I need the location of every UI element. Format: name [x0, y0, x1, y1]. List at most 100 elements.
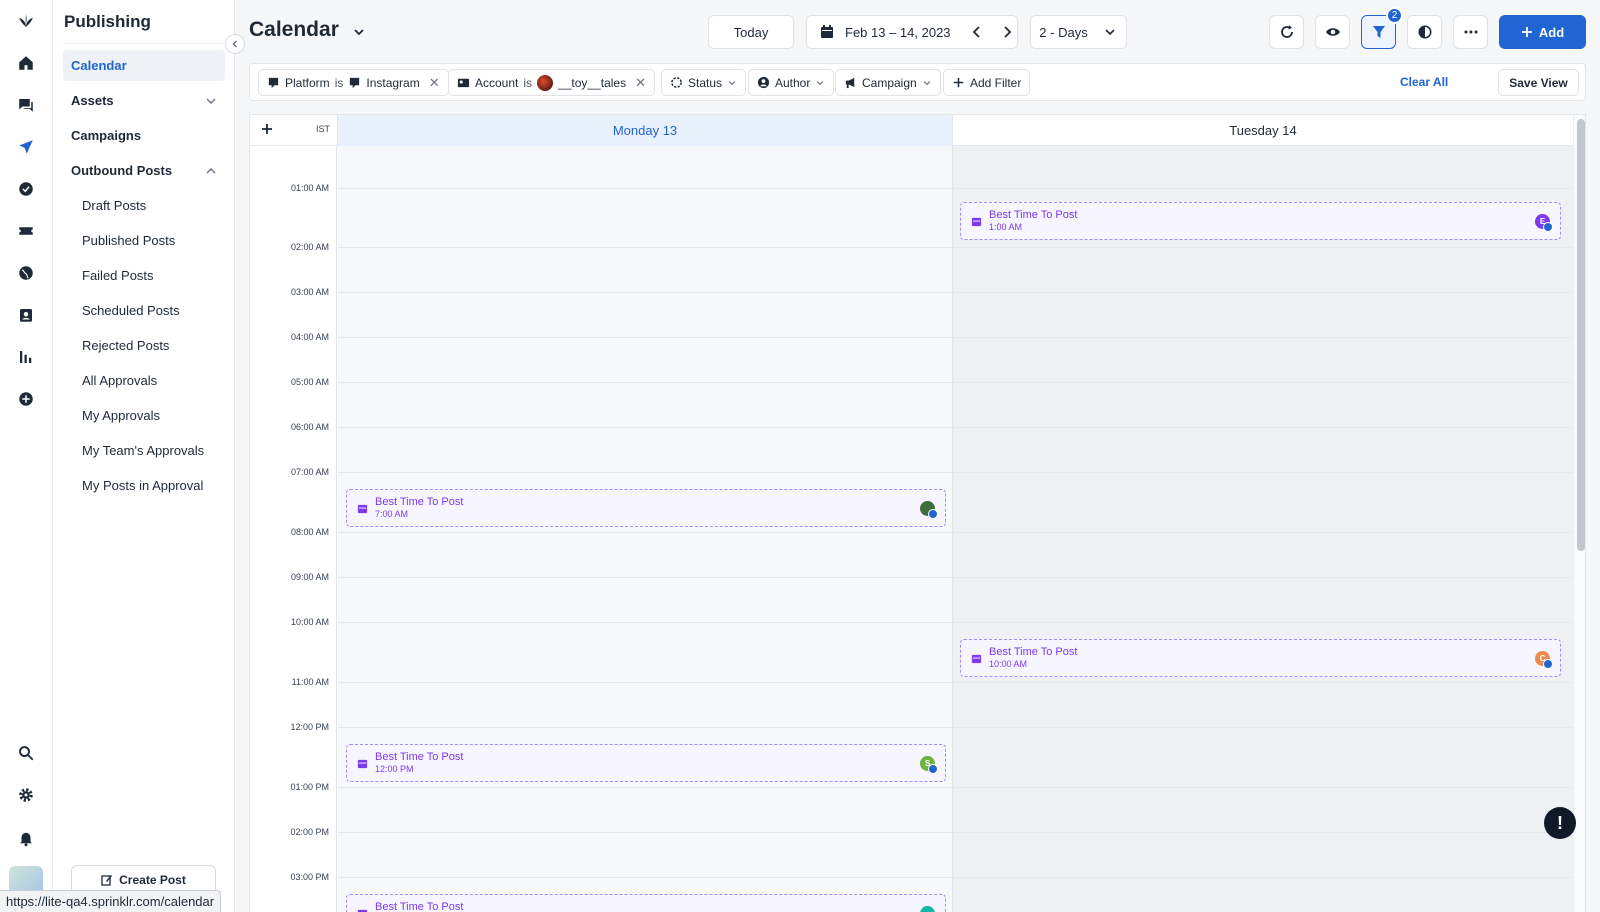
author-avatar	[920, 501, 938, 519]
timezone-label: IST	[316, 124, 331, 134]
help-alert-button[interactable]: !	[1544, 807, 1576, 839]
nav-item-outbound-posts[interactable]: Outbound Posts	[63, 155, 225, 186]
calendar-icon	[821, 25, 833, 38]
add-filter-button[interactable]: Add Filter	[943, 69, 1031, 96]
url-status-tooltip: https://lite-qa4.sprinklr.com/calendar	[0, 890, 222, 912]
eye-icon	[1325, 28, 1340, 36]
search-icon[interactable]	[14, 741, 38, 765]
event-best-time-mon-7am[interactable]: Best Time To Post 7:00 AM	[346, 489, 946, 527]
day-column-tuesday[interactable]	[952, 146, 1573, 912]
exclamation-icon: !	[1557, 812, 1563, 833]
page-title: Calendar	[249, 18, 339, 41]
event-best-time-tue-10am[interactable]: Best Time To Post 10:00 AM C	[960, 639, 1561, 677]
collapse-nav-button[interactable]	[225, 34, 245, 54]
event-best-time-tue-1am[interactable]: Best Time To Post 1:00 AM E	[960, 202, 1561, 240]
hour-gridline	[338, 292, 1573, 293]
hour-gridline	[338, 577, 1573, 578]
nav-item-calendar[interactable]: Calendar	[63, 50, 225, 81]
filter-chip-platform[interactable]: Platform is Instagram ✕	[258, 69, 449, 96]
theme-toggle-button[interactable]	[1407, 15, 1442, 49]
chevron-up-icon	[206, 167, 216, 174]
nav-item-my-posts-in-approval[interactable]: My Posts in Approval	[63, 470, 225, 501]
analytics-bar-icon[interactable]	[14, 345, 38, 369]
hour-label: 09:00 AM	[290, 572, 329, 582]
sprinklr-logo-icon[interactable]	[14, 9, 38, 33]
date-range-picker[interactable]: Feb 13 – 14, 2023	[806, 15, 1018, 49]
nav-item-scheduled-posts[interactable]: Scheduled Posts	[63, 295, 225, 326]
globe-icon[interactable]	[14, 261, 38, 285]
view-selector[interactable]: 2 - Days	[1030, 15, 1127, 49]
chevron-left-icon[interactable]	[969, 24, 985, 40]
add-button[interactable]: Add	[1499, 15, 1586, 49]
instagram-icon	[350, 77, 360, 89]
hour-label: 04:00 AM	[290, 332, 329, 342]
author-avatar	[920, 906, 935, 912]
megaphone-icon	[845, 77, 855, 89]
day-header-monday[interactable]: Monday 13	[337, 115, 952, 146]
preview-button[interactable]	[1315, 15, 1350, 49]
calendar-scrollbar[interactable]	[1573, 115, 1585, 912]
calendar-icon	[971, 217, 982, 227]
add-event-plus-icon[interactable]	[260, 122, 274, 136]
chevron-down-icon	[206, 98, 216, 105]
day-header-tuesday[interactable]: Tuesday 14	[952, 115, 1573, 146]
hour-label: 05:00 AM	[290, 377, 329, 387]
ticket-icon[interactable]	[14, 219, 38, 243]
remove-filter-icon[interactable]: ✕	[635, 75, 646, 91]
more-options-button[interactable]	[1453, 15, 1488, 49]
chevron-down-icon	[1105, 29, 1115, 36]
notifications-bell-icon[interactable]	[14, 826, 38, 850]
hour-label: 03:00 AM	[290, 287, 329, 297]
messages-icon[interactable]	[14, 93, 38, 117]
nav-item-my-approvals[interactable]: My Approvals	[63, 400, 225, 431]
hour-label: 08:00 AM	[290, 527, 329, 537]
contacts-icon[interactable]	[14, 303, 38, 327]
add-circle-icon[interactable]	[14, 387, 38, 411]
filter-chip-status[interactable]: Status	[661, 69, 747, 96]
nav-item-my-teams-approvals[interactable]: My Team's Approvals	[63, 435, 225, 466]
filter-bar: Platform is Instagram ✕ Account is __toy…	[249, 63, 1586, 101]
nav-divider	[63, 43, 224, 44]
hour-label: 06:00 AM	[290, 422, 329, 432]
nav-item-campaigns[interactable]: Campaigns	[63, 120, 225, 151]
save-view-button[interactable]: Save View	[1498, 69, 1579, 96]
filter-count-badge: 2	[1386, 7, 1403, 24]
title-dropdown-chevron-icon[interactable]	[351, 24, 367, 40]
event-best-time-mon-3pm[interactable]: Best Time To Post	[346, 894, 946, 912]
day-column-monday[interactable]	[338, 146, 952, 912]
hour-gridline	[338, 787, 1573, 788]
nav-item-published-posts[interactable]: Published Posts	[63, 225, 225, 256]
filter-chip-account[interactable]: Account is __toy__tales ✕	[448, 69, 655, 96]
publishing-send-icon[interactable]	[14, 135, 38, 159]
calendar-icon	[357, 909, 368, 912]
filter-chip-campaign[interactable]: Campaign	[835, 69, 941, 96]
nav-item-failed-posts[interactable]: Failed Posts	[63, 260, 225, 291]
nav-item-all-approvals[interactable]: All Approvals	[63, 365, 225, 396]
calendar-header: IST Monday 13 Tuesday 14	[250, 115, 1573, 146]
hour-label: 07:00 AM	[290, 467, 329, 477]
settings-gear-icon[interactable]	[14, 783, 38, 807]
event-best-time-mon-12pm[interactable]: Best Time To Post 12:00 PM S	[346, 744, 946, 782]
contrast-icon	[1418, 25, 1431, 39]
home-icon[interactable]	[14, 51, 38, 75]
nav-item-draft-posts[interactable]: Draft Posts	[63, 190, 225, 221]
plus-icon	[953, 77, 964, 88]
nav-item-rejected-posts[interactable]: Rejected Posts	[63, 330, 225, 361]
scrollbar-thumb[interactable]	[1577, 119, 1585, 551]
tasks-check-icon[interactable]	[14, 177, 38, 201]
clear-all-link[interactable]: Clear All	[1400, 75, 1448, 89]
chevron-down-icon	[817, 80, 824, 85]
refresh-button[interactable]	[1269, 15, 1304, 49]
remove-filter-icon[interactable]: ✕	[429, 75, 440, 91]
hour-gridline	[338, 682, 1573, 683]
hour-gridline	[338, 877, 1573, 878]
author-avatar: C	[1535, 651, 1553, 669]
chevron-down-icon	[923, 80, 930, 85]
nav-item-assets[interactable]: Assets	[63, 85, 225, 116]
today-button[interactable]: Today	[708, 15, 794, 49]
filter-chip-author[interactable]: Author	[748, 69, 835, 96]
account-card-icon	[457, 78, 470, 88]
chevron-right-icon[interactable]	[999, 24, 1015, 40]
refresh-icon	[1280, 25, 1293, 38]
hour-gridline	[338, 382, 1573, 383]
